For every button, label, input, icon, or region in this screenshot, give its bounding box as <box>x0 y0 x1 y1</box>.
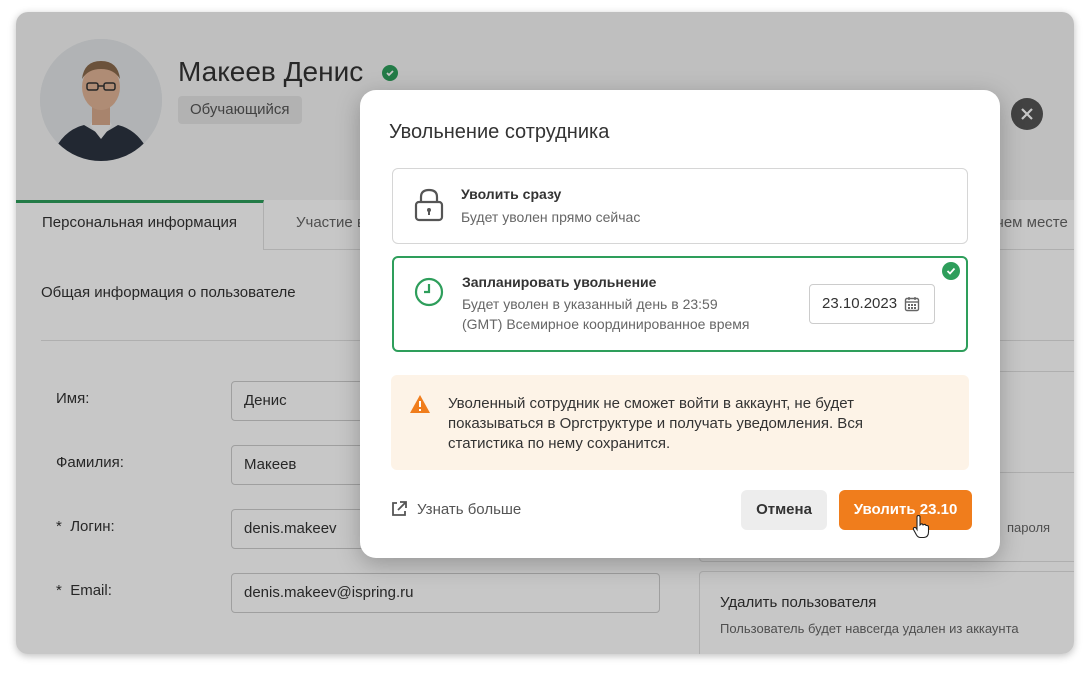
option-scheduled-title: Запланировать увольнение <box>462 274 657 290</box>
cancel-button[interactable]: Отмена <box>741 490 827 530</box>
learn-more-label: Узнать больше <box>417 500 522 518</box>
selected-check-icon <box>942 262 960 280</box>
option-scheduled-desc-2: (GMT) Всемирное координированное время <box>462 316 750 332</box>
warning-icon <box>410 395 430 413</box>
lock-icon <box>414 188 444 222</box>
dismissal-date-field[interactable]: 23.10.2023 <box>809 284 935 324</box>
dismiss-employee-dialog: Увольнение сотрудника Уволить сразу Буде… <box>360 90 1000 558</box>
option-dismiss-now[interactable]: Уволить сразу Будет уволен прямо сейчас <box>392 168 968 244</box>
hand-cursor-icon <box>912 515 930 539</box>
dialog-title: Увольнение сотрудника <box>389 121 610 143</box>
warning-notice: Уволенный сотрудник не сможет войти в ак… <box>391 375 969 470</box>
learn-more-link[interactable]: Узнать больше <box>390 500 521 518</box>
calendar-icon[interactable] <box>904 296 920 312</box>
option-now-title: Уволить сразу <box>461 186 562 202</box>
option-schedule-dismissal[interactable]: Запланировать увольнение Будет уволен в … <box>392 256 968 352</box>
dismissal-date-value: 23.10.2023 <box>822 295 898 312</box>
warning-text: Уволенный сотрудник не сможет войти в ак… <box>448 395 863 452</box>
option-now-desc: Будет уволен прямо сейчас <box>461 209 641 225</box>
external-link-icon <box>392 501 407 516</box>
clock-icon <box>414 277 444 307</box>
option-scheduled-desc-1: Будет уволен в указанный день в 23:59 <box>462 296 718 312</box>
confirm-dismiss-button[interactable]: Уволить 23.10 <box>839 490 972 530</box>
